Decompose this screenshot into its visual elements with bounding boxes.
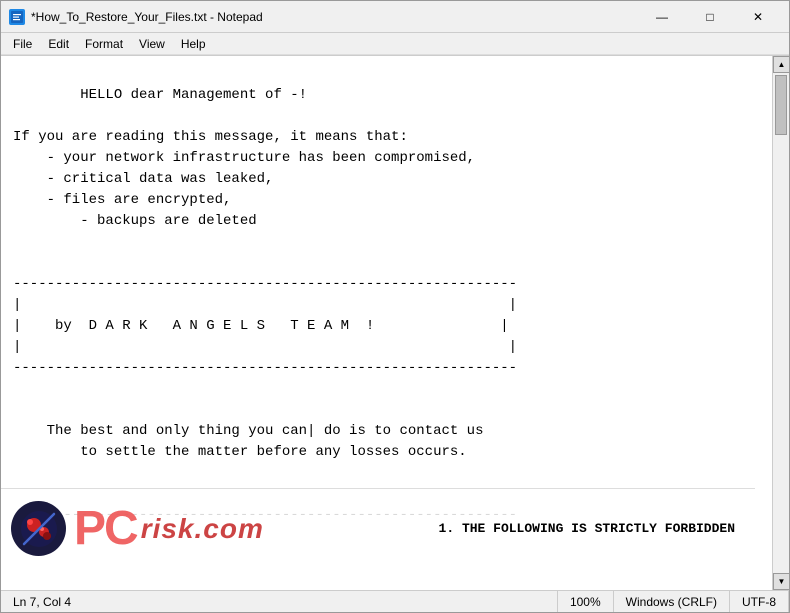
window-controls: — □ ✕ — [639, 2, 781, 32]
status-zoom: 100% — [558, 591, 614, 612]
menu-help[interactable]: Help — [173, 35, 214, 53]
pc-text: PC — [74, 502, 137, 555]
scrollbar[interactable]: ▲ ▼ — [772, 56, 789, 590]
scroll-up-button[interactable]: ▲ — [773, 56, 789, 73]
notepad-window: *How_To_Restore_Your_Files.txt - Notepad… — [0, 0, 790, 613]
close-button[interactable]: ✕ — [735, 2, 781, 32]
content-area: HELLO dear Management of -! If you are r… — [1, 56, 772, 590]
minimize-button[interactable]: — — [639, 2, 685, 32]
status-encoding: UTF-8 — [730, 591, 789, 612]
window-title: *How_To_Restore_Your_Files.txt - Notepad — [31, 10, 639, 24]
content-wrapper: HELLO dear Management of -! If you are r… — [1, 56, 789, 590]
title-bar: *How_To_Restore_Your_Files.txt - Notepad… — [1, 1, 789, 33]
menu-file[interactable]: File — [5, 35, 40, 53]
menu-edit[interactable]: Edit — [40, 35, 77, 53]
app-icon — [9, 9, 25, 25]
forbidden-text: 1. THE FOLLOWING IS STRICTLY FORBIDDEN — [439, 521, 735, 536]
menu-bar: File Edit Format View Help — [1, 33, 789, 55]
scrollbar-track[interactable] — [773, 73, 789, 573]
watermark-right-text: 1. THE FOLLOWING IS STRICTLY FORBIDDEN — [264, 521, 755, 536]
logo-circle-icon — [11, 501, 66, 556]
status-position: Ln 7, Col 4 — [1, 591, 558, 612]
maximize-button[interactable]: □ — [687, 2, 733, 32]
status-bar: Ln 7, Col 4 100% Windows (CRLF) UTF-8 — [1, 590, 789, 612]
watermark-overlay: PC risk.com 1. THE FOLLOWING IS STRICTLY… — [1, 488, 755, 568]
risk-logo-text: risk.com — [141, 515, 264, 543]
pc-logo-text: PC — [74, 501, 137, 556]
watermark-logo: PC — [1, 501, 137, 556]
menu-format[interactable]: Format — [77, 35, 131, 53]
scroll-down-button[interactable]: ▼ — [773, 573, 789, 590]
risk-suffix: .com — [195, 513, 264, 544]
status-line-ending: Windows (CRLF) — [614, 591, 730, 612]
scrollbar-thumb[interactable] — [775, 75, 787, 135]
menu-view[interactable]: View — [131, 35, 173, 53]
